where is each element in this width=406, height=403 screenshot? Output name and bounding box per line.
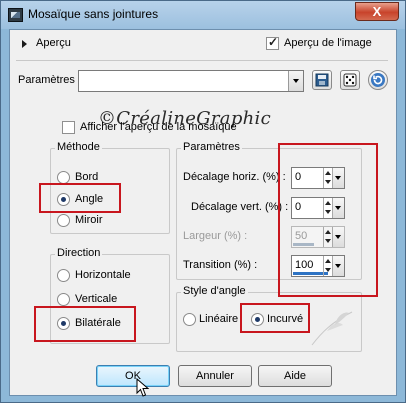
offset-h-label: Décalage horiz. (%) : — [183, 171, 286, 183]
mosaic-preview-label[interactable]: Afficher l'aperçu de la mosaïque — [80, 121, 237, 133]
parameters-title: Paramètres — [181, 141, 242, 153]
chevron-down-icon[interactable] — [288, 71, 303, 91]
radio-lineaire[interactable] — [183, 313, 196, 326]
floppy-icon — [315, 73, 329, 87]
direction-title: Direction — [55, 247, 103, 259]
save-preset-button[interactable] — [312, 70, 332, 90]
offset-v-label: Décalage vert. (%) : — [191, 201, 289, 213]
mosaic-preview-checkbox[interactable] — [62, 121, 75, 134]
random-button[interactable] — [340, 70, 360, 90]
preview-strip: Aperçu Aperçu de l'image — [10, 32, 396, 56]
cancel-button[interactable]: Annuler — [178, 365, 252, 387]
separator — [16, 60, 388, 61]
method-title: Méthode — [55, 141, 102, 153]
presets-combo[interactable] — [78, 70, 304, 92]
reset-icon — [371, 73, 385, 87]
radio-horizontale-label[interactable]: Horizontale — [75, 269, 131, 281]
radio-miroir[interactable] — [57, 214, 70, 227]
angle-style-title: Style d'angle — [181, 285, 248, 297]
width-label: Largeur (%) : — [183, 230, 248, 242]
dialog-window: Mosaïque sans jointures X Aperçu Aperçu … — [0, 0, 406, 403]
preview-label[interactable]: Aperçu — [36, 37, 71, 49]
window-title: Mosaïque sans jointures — [28, 7, 159, 21]
ok-button[interactable]: OK — [96, 365, 170, 387]
mouse-cursor-icon — [136, 378, 150, 397]
radio-horizontale[interactable] — [57, 269, 70, 282]
show-image-label[interactable]: Aperçu de l'image — [284, 37, 372, 49]
highlight-parameters — [278, 143, 378, 297]
radio-verticale-label[interactable]: Verticale — [75, 293, 117, 305]
reset-button[interactable] — [368, 70, 388, 90]
radio-miroir-label[interactable]: Miroir — [75, 214, 103, 226]
radio-lineaire-label[interactable]: Linéaire — [199, 313, 238, 325]
help-button[interactable]: Aide — [258, 365, 332, 387]
show-image-checkbox[interactable] — [266, 35, 279, 50]
close-button[interactable]: X — [355, 2, 399, 21]
title-bar[interactable]: Mosaïque sans jointures X — [1, 1, 405, 29]
expand-arrow-icon[interactable] — [22, 40, 27, 48]
flower-watermark-icon — [311, 311, 353, 346]
dice-icon — [343, 73, 357, 87]
radio-verticale[interactable] — [57, 293, 70, 306]
radio-bord-label[interactable]: Bord — [75, 171, 98, 183]
presets-label: Paramètres — [18, 74, 75, 86]
app-icon — [8, 8, 23, 22]
transition-label: Transition (%) : — [183, 259, 258, 271]
highlight-bilaterale — [34, 306, 136, 342]
highlight-incurve — [240, 303, 310, 333]
highlight-angle — [39, 183, 121, 213]
